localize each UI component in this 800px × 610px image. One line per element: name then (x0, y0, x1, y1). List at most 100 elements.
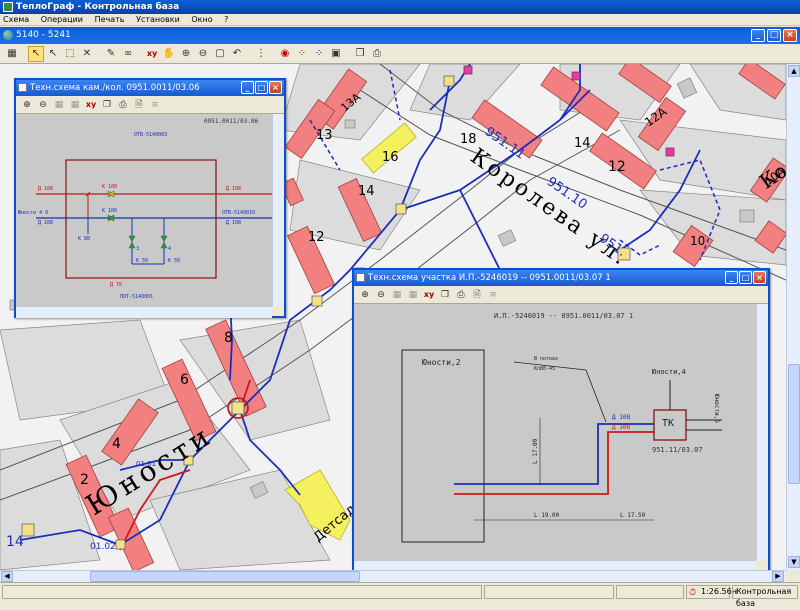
menu-item-window[interactable]: Окно (191, 15, 212, 24)
building-label-14: 14 (574, 136, 591, 151)
traffic-icon[interactable]: ⋮ (253, 46, 269, 62)
building-label-13: 13 (316, 128, 333, 143)
status-cell-main (2, 585, 482, 599)
scroll-down-arrow-icon[interactable]: ▼ (788, 556, 800, 568)
subwindow2-minimize-button[interactable]: _ (725, 271, 738, 284)
building-label-10: 10 (690, 234, 706, 248)
zoom-out-icon[interactable]: ⊖ (374, 288, 388, 302)
subwindow-section-scheme[interactable]: Техн.схема участка И.П.-5246019 -- 0951.… (352, 268, 770, 570)
menu-item-operations[interactable]: Операции (41, 15, 83, 24)
menu-item-settings[interactable]: Установки (136, 15, 180, 24)
subwindow1-vscrollbar[interactable] (272, 114, 284, 306)
zoom-in-icon[interactable]: ⊕ (178, 46, 194, 62)
grid-alt-icon[interactable]: ▦ (68, 98, 82, 112)
subwindow2-title: Техн.схема участка И.П.-5246019 -- 0951.… (368, 273, 611, 283)
copy-icon[interactable]: ❐ (352, 46, 368, 62)
xy-icon[interactable]: xy (422, 288, 436, 302)
subwindow1-titlebar[interactable]: Техн.схема кам./кол. 0951.0011/03.06 _ □… (16, 80, 284, 96)
building-label-8: 8 (224, 330, 233, 346)
copy-icon[interactable]: ❐ (100, 98, 114, 112)
eye-icon[interactable]: ◉ (277, 46, 293, 62)
clock-icon: ⏱ (689, 588, 697, 598)
print-icon[interactable]: ⎙ (454, 288, 468, 302)
points-red-icon[interactable]: ⁘ (294, 46, 310, 62)
subwindow1-hscrollbar[interactable] (16, 306, 272, 318)
status-cell-2 (484, 585, 614, 599)
label-d108-3: Д 108 (226, 186, 242, 192)
subwindow-chamber-scheme[interactable]: Техн.схема кам./кол. 0951.0011/03.06 _ □… (14, 78, 286, 318)
subwindow2-titlebar[interactable]: Техн.схема участка И.П.-5246019 -- 0951.… (354, 270, 768, 286)
select-arrow-icon[interactable]: ↖ (28, 45, 44, 62)
layers-icon[interactable]: ▦ (4, 46, 20, 62)
subwindow1-title: Техн.схема кам./кол. 0951.0011/03.06 (30, 83, 200, 93)
map-vscrollbar[interactable]: ▲ ▼ (786, 64, 800, 570)
subwindow2-canvas[interactable]: И.П.-5246019 -- 0951.0011/03.07 1 Юности… (354, 304, 756, 560)
app-titlebar[interactable]: ТеплоГраф - Контрольная база (0, 0, 800, 14)
preview-icon[interactable]: 🗎 (132, 98, 146, 112)
building-label-16: 16 (382, 150, 399, 165)
menu-bar: Схема Операции Печать Установки Окно ? (0, 14, 800, 26)
edit-pencil-icon[interactable]: ✎ (103, 46, 119, 62)
scroll-left-arrow-icon[interactable]: ◀ (1, 571, 13, 582)
image-icon[interactable]: ▣ (328, 46, 344, 62)
hscroll-thumb[interactable] (90, 571, 360, 582)
xy-icon[interactable]: xy (144, 46, 160, 62)
scheme-icon (18, 83, 27, 92)
zoom-in-icon[interactable]: ⊕ (358, 288, 372, 302)
menu-item-scheme[interactable]: Схема (3, 15, 29, 24)
hand-pan-icon[interactable]: ✋ (161, 46, 177, 62)
subwindow1-minimize-button[interactable]: _ (241, 81, 254, 94)
close-button[interactable]: × (783, 29, 797, 42)
grid-alt-icon[interactable]: ▦ (406, 288, 420, 302)
undo-zoom-icon[interactable]: ↶ (229, 46, 245, 62)
subwindow2-heading: И.П.-5246019 -- 0951.0011/03.07 1 (494, 312, 634, 320)
building-label-18: 18 (460, 132, 477, 147)
subwindow1-close-button[interactable]: × (269, 81, 282, 94)
subwindow2-close-button[interactable]: × (753, 271, 766, 284)
subwindow1-canvas[interactable]: 0951.0011/03.06 ОТВ-5140003 ПОТ-5140001 … (16, 114, 272, 306)
note-kp80: Кп80-45 (534, 366, 556, 372)
map-hscrollbar[interactable]: ◀ ▶ (0, 570, 786, 582)
subwindow2-vscrollbar[interactable] (756, 304, 768, 560)
subwindow1-maximize-button[interactable]: □ (255, 81, 268, 94)
points-blue-icon[interactable]: ⁘ (311, 46, 327, 62)
print-icon[interactable]: ⎙ (116, 98, 130, 112)
vscroll-thumb[interactable] (788, 364, 800, 484)
copy-icon[interactable]: ❐ (438, 288, 452, 302)
minimize-button[interactable]: _ (751, 29, 765, 42)
maximize-button[interactable]: □ (767, 29, 781, 42)
label-d76: Д 76 (110, 282, 123, 288)
preview-icon[interactable]: 🗎 (470, 288, 484, 302)
subwindow2-maximize-button[interactable]: □ (739, 271, 752, 284)
scroll-up-arrow-icon[interactable]: ▲ (788, 65, 800, 77)
zoom-out-icon[interactable]: ⊖ (36, 98, 50, 112)
zoom-box-icon[interactable]: ▢ (212, 46, 228, 62)
xy-icon[interactable]: xy (84, 98, 98, 112)
subwindow1-code: 0951.0011/03.06 (204, 118, 259, 125)
menu-item-help[interactable]: ? (224, 15, 228, 24)
delete-select-icon[interactable]: ✕ (79, 46, 95, 62)
globe-icon (3, 30, 13, 40)
pipe-d108-return: Д 108 (612, 424, 631, 431)
zoom-in-icon[interactable]: ⊕ (20, 98, 34, 112)
document-titlebar[interactable]: 5140 - 5241 _ □ × (0, 27, 800, 44)
grid-icon[interactable]: ▦ (390, 288, 404, 302)
grid-icon[interactable]: ▦ (52, 98, 66, 112)
label-3: 3 (136, 246, 140, 252)
settings-icon[interactable]: ≡ (486, 288, 500, 302)
note-v-potkah: В потках (534, 356, 559, 362)
length-vertical: L 17.00 (532, 438, 539, 464)
scroll-right-arrow-icon[interactable]: ▶ (772, 571, 784, 582)
print-icon[interactable]: ⎙ (369, 46, 385, 62)
zoom-out-icon[interactable]: ⊖ (195, 46, 211, 62)
menu-item-print[interactable]: Печать (95, 15, 125, 24)
select-arrow-plus-icon[interactable]: ↖ (45, 46, 61, 62)
select-rect-icon[interactable]: ⬚ (62, 46, 78, 62)
label-d108-4: Д 108 (226, 220, 242, 226)
map-canvas[interactable]: Королева ул. Юности Ко 13А 13 16 18 14 1… (0, 64, 786, 570)
label-4: 4 (168, 246, 172, 252)
subwindow2-hscrollbar[interactable] (354, 560, 756, 570)
lookup-binoculars-icon[interactable]: ∞ (120, 46, 136, 62)
settings-icon[interactable]: ≡ (148, 98, 162, 112)
building-label-4: 4 (112, 436, 121, 452)
